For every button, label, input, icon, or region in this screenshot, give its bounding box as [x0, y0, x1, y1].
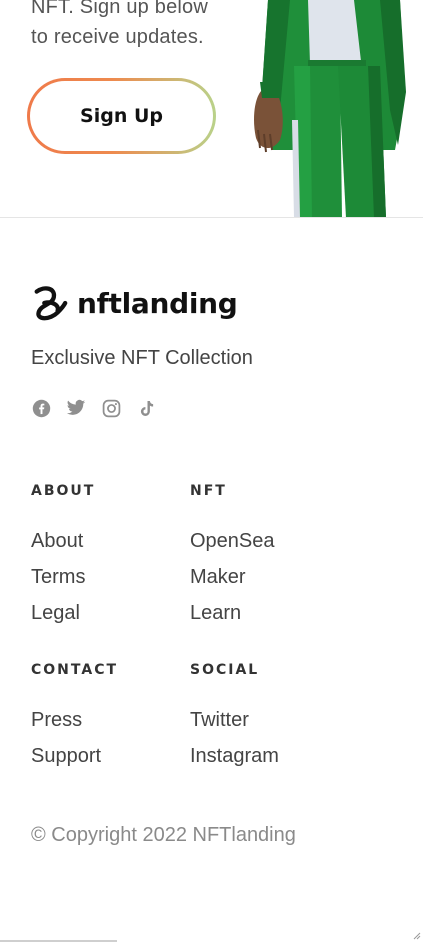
- tiktok-icon[interactable]: [136, 398, 156, 418]
- brand-name: nftlanding: [77, 286, 238, 320]
- copyright-text: © Copyright 2022 NFTlanding: [31, 824, 296, 846]
- footer-heading-nft: NFT: [190, 483, 227, 499]
- brand[interactable]: nftlanding: [31, 284, 238, 322]
- tagline: Exclusive NFT Collection: [31, 347, 253, 369]
- cta-section: NFT. Sign up below to receive updates. S…: [0, 0, 423, 218]
- footer-heading-social: SOCIAL: [190, 662, 260, 678]
- cta-text-line-1: NFT. Sign up below: [31, 0, 209, 18]
- footer-link-learn[interactable]: Learn: [190, 595, 275, 631]
- nftlanding-logo-icon: [34, 286, 68, 321]
- facebook-icon[interactable]: [31, 398, 51, 418]
- footer-column-nft: NFT OpenSea Maker Learn: [190, 483, 275, 631]
- footer-link-legal[interactable]: Legal: [31, 595, 95, 631]
- instagram-icon[interactable]: [101, 398, 121, 418]
- footer-heading-contact: CONTACT: [31, 662, 119, 678]
- hero-3d-figure-image: [254, 0, 406, 218]
- footer-link-opensea[interactable]: OpenSea: [190, 523, 275, 559]
- twitter-icon[interactable]: [66, 398, 86, 418]
- footer-link-maker[interactable]: Maker: [190, 559, 275, 595]
- footer-heading-about: ABOUT: [31, 483, 96, 499]
- footer-column-social: SOCIAL Twitter Instagram: [190, 662, 279, 774]
- footer: nftlanding Exclusive NFT Collection ABOU…: [0, 218, 423, 942]
- footer-link-instagram[interactable]: Instagram: [190, 738, 279, 774]
- footer-column-contact: CONTACT Press Support: [31, 662, 118, 774]
- sign-up-button-label: Sign Up: [30, 81, 213, 151]
- footer-link-twitter[interactable]: Twitter: [190, 702, 279, 738]
- footer-column-about: ABOUT About Terms Legal: [31, 483, 95, 631]
- footer-link-about[interactable]: About: [31, 523, 95, 559]
- social-icons: [31, 398, 156, 418]
- footer-link-press[interactable]: Press: [31, 702, 118, 738]
- footer-link-support[interactable]: Support: [31, 738, 118, 774]
- cta-text: NFT. Sign up below to receive updates.: [31, 0, 208, 52]
- footer-link-terms[interactable]: Terms: [31, 559, 95, 595]
- resize-grip-icon[interactable]: [411, 930, 421, 940]
- sign-up-button[interactable]: Sign Up: [27, 78, 216, 154]
- cta-text-line-2: to receive updates.: [31, 26, 204, 48]
